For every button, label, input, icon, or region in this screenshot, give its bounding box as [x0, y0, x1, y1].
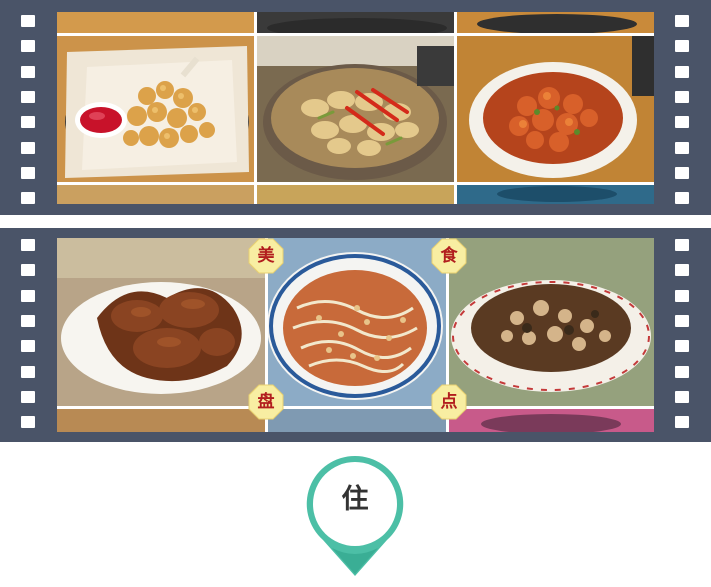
sprocket-hole — [675, 340, 689, 352]
sprocket-hole — [21, 40, 35, 52]
sprocket-hole — [21, 416, 35, 428]
photo-frame-bottom: 美 食 盘 点 — [57, 238, 654, 432]
sprocket-hole — [675, 192, 689, 204]
map-pin-icon — [306, 455, 404, 576]
film-sprocket-holes-right — [675, 228, 689, 442]
sprocket-hole — [21, 366, 35, 378]
badge-dian-label: 点 — [440, 392, 458, 412]
sprocket-hole — [675, 116, 689, 128]
photo-clams-with-chili — [257, 36, 454, 182]
film-strip-top — [0, 0, 711, 215]
sprocket-hole — [21, 391, 35, 403]
sprocket-hole — [675, 366, 689, 378]
sprocket-hole — [21, 116, 35, 128]
sprocket-hole — [21, 66, 35, 78]
sprocket-hole — [21, 290, 35, 302]
photo-collage-top — [57, 12, 654, 204]
sprocket-hole — [21, 91, 35, 103]
film-strip-bottom: 美 食 盘 点 — [0, 228, 711, 442]
badge-shi: 食 — [431, 238, 467, 274]
badge-pan: 盘 — [248, 384, 284, 420]
sprocket-hole — [21, 239, 35, 251]
sprocket-hole — [675, 167, 689, 179]
sprocket-hole — [675, 91, 689, 103]
photo-collage-bottom — [57, 238, 654, 432]
sprocket-hole — [675, 142, 689, 154]
sprocket-hole — [21, 192, 35, 204]
photo-stir-fried-dish — [447, 238, 654, 406]
badge-pan-label: 盘 — [257, 392, 275, 412]
badge-mei: 美 — [248, 238, 284, 274]
sprocket-hole — [675, 416, 689, 428]
sprocket-hole — [21, 264, 35, 276]
sprocket-hole — [21, 15, 35, 27]
film-sprocket-holes-right — [675, 0, 689, 215]
sprocket-hole — [675, 239, 689, 251]
pin-label: 住 — [341, 484, 369, 515]
sprocket-hole — [21, 340, 35, 352]
food-collage-page: 美 食 盘 点 住 — [0, 0, 711, 587]
sprocket-hole — [675, 315, 689, 327]
location-pin-marker: 住 — [302, 452, 408, 580]
sprocket-hole — [21, 167, 35, 179]
badge-shi-label: 食 — [440, 246, 458, 266]
sprocket-hole — [675, 40, 689, 52]
badge-dian: 点 — [431, 384, 467, 420]
photo-noodle-soup — [267, 238, 447, 406]
sprocket-hole — [675, 264, 689, 276]
photo-frame-top — [57, 12, 654, 204]
sprocket-hole — [21, 315, 35, 327]
sprocket-hole — [675, 15, 689, 27]
film-sprocket-holes-left — [21, 0, 35, 215]
sprocket-hole — [21, 142, 35, 154]
photo-spicy-shrimp — [457, 36, 654, 182]
photo-roast-chicken — [57, 238, 267, 406]
film-sprocket-holes-left — [21, 228, 35, 442]
badge-mei-label: 美 — [257, 246, 275, 266]
sprocket-hole — [675, 66, 689, 78]
photo-fried-chicken-nuggets — [57, 36, 254, 182]
sprocket-hole — [675, 290, 689, 302]
sprocket-hole — [675, 391, 689, 403]
